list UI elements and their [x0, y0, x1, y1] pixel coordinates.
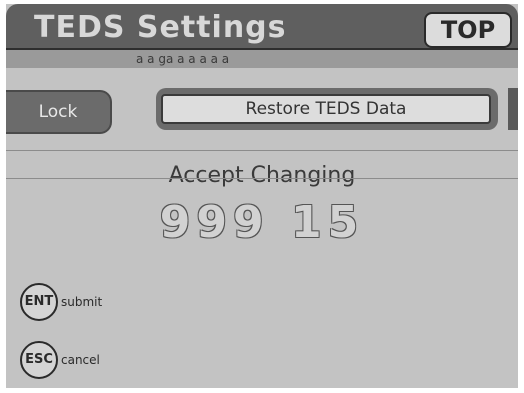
strip-text: a a ga a a a a a [136, 52, 230, 66]
screen-title: TEDS Settings [34, 10, 287, 45]
top-button[interactable]: TOP [424, 12, 512, 48]
restore-tab: Restore TEDS Data [156, 88, 498, 130]
title-bar: TEDS Settings TOP [6, 4, 518, 50]
restore-teds-data-button[interactable]: Restore TEDS Data [161, 94, 491, 124]
device-screen: TEDS Settings TOP a a ga a a a a a Lock … [6, 4, 518, 388]
lock-tab[interactable]: Lock [6, 90, 112, 134]
title-strip: a a ga a a a a a [6, 50, 518, 68]
status-line [6, 178, 518, 179]
esc-key-label: cancel [61, 353, 100, 367]
ent-key-label: submit [61, 295, 103, 309]
status-message: Accept Changing [168, 163, 356, 188]
value-display: 999 15 [159, 197, 365, 248]
esc-key-row[interactable]: ESC cancel [20, 341, 100, 379]
ent-key-icon[interactable]: ENT [20, 283, 58, 321]
ent-key-row[interactable]: ENT submit [20, 283, 103, 321]
separator-line [6, 150, 518, 151]
right-tab-edge [508, 88, 518, 130]
esc-key-icon[interactable]: ESC [20, 341, 58, 379]
